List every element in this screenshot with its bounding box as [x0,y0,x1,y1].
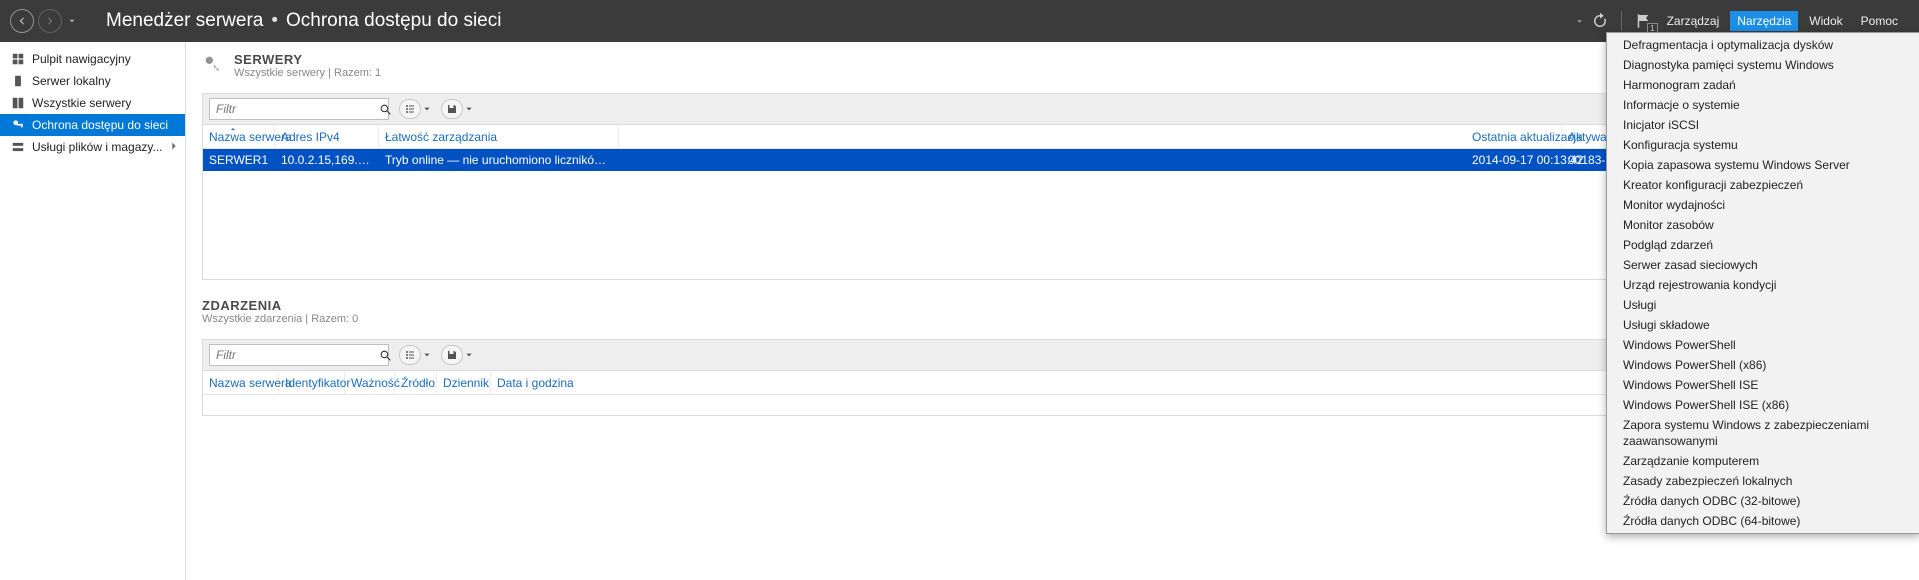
servers-filter-box[interactable] [209,98,389,120]
col-server-name[interactable]: Nazwa serwera [203,125,275,148]
sidebar-item-dashboard[interactable]: Pulpit nawigacyjny [0,48,185,70]
tools-menu-item[interactable]: Konfiguracja systemu [1607,135,1919,155]
sidebar-item-label: Pulpit nawigacyjny [32,52,131,66]
tools-menu-item[interactable]: Defragmentacja i optymalizacja dysków [1607,35,1919,55]
col-manageability[interactable]: Łatwość zarządzania [379,125,619,148]
menu-help[interactable]: Pomoc [1854,11,1905,31]
tools-menu-item[interactable]: Kopia zapasowa systemu Windows Server [1607,155,1919,175]
tools-menu-item[interactable]: Informacje o systemie [1607,95,1919,115]
tools-menu-item[interactable]: Zarządzanie komputerem [1607,451,1919,471]
filter-options-button[interactable] [399,345,431,365]
col-event-server[interactable]: Nazwa serwera [203,371,279,394]
chevron-right-icon [169,140,179,154]
col-event-severity[interactable]: Ważność [345,371,395,394]
breadcrumb-separator: • [271,10,278,32]
col-event-datetime[interactable]: Data i godzina [491,371,571,394]
col-event-id[interactable]: Identyfikator [279,371,345,394]
tools-menu-item[interactable]: Źródła danych ODBC (32-bitowe) [1607,491,1919,511]
tools-menu-item[interactable]: Usługi składowe [1607,315,1919,335]
cell-manageability: Tryb online — nie uruchomiono liczników … [379,153,619,167]
events-title: ZDARZENIA [202,298,358,313]
toolbar-dropdown[interactable] [1576,14,1583,28]
search-icon[interactable] [379,349,392,362]
tools-menu-item[interactable]: Urząd rejestrowania kondycji [1607,275,1919,295]
nav-forward-button[interactable] [38,9,62,33]
nav-back-button[interactable] [10,9,34,33]
sidebar-item-all-servers[interactable]: Wszystkie serwery [0,92,185,114]
tools-menu-item[interactable]: Diagnostyka pamięci systemu Windows [1607,55,1919,75]
events-filter-box[interactable] [209,344,389,366]
tools-menu-item[interactable]: Usługi [1607,295,1919,315]
col-event-log[interactable]: Dziennik [437,371,491,394]
sort-asc-icon [229,121,237,135]
col-event-source[interactable]: Źródło [395,371,437,394]
menu-tools[interactable]: Narzędzia [1730,11,1798,31]
dashboard-icon [10,51,26,67]
servers-title: SERWERY [234,52,381,67]
save-query-button[interactable] [441,345,473,365]
tools-menu-item[interactable]: Zasady zabezpieczeń lokalnych [1607,471,1919,491]
sidebar-item-label: Usługi plików i magazy... [32,140,163,154]
section-title: Ochrona dostępu do sieci [286,10,501,32]
col-spacer [619,125,1466,148]
notifications-flag-icon[interactable]: 1 [1632,10,1654,32]
tools-menu-item[interactable]: Kreator konfiguracji zabezpieczeń [1607,175,1919,195]
tools-menu-item[interactable]: Harmonogram zadań [1607,75,1919,95]
chevron-down-icon [465,348,473,362]
events-filter-input[interactable] [210,348,379,362]
menu-view[interactable]: Widok [1802,11,1849,31]
sidebar-item-label: Wszystkie serwery [32,96,131,110]
servers-subtitle: Wszystkie serwery | Razem: 1 [234,67,381,79]
tools-menu-item[interactable]: Windows PowerShell [1607,335,1919,355]
tools-menu-item[interactable]: Inicjator iSCSI [1607,115,1919,135]
tools-menu-item[interactable]: Windows PowerShell (x86) [1607,355,1919,375]
tools-menu-item[interactable]: Podgląd zdarzeń [1607,235,1919,255]
chevron-down-icon [465,102,473,116]
chevron-down-icon [423,102,431,116]
sidebar-item-nap[interactable]: Ochrona dostępu do sieci [0,114,185,136]
servers-icon [10,95,26,111]
tools-dropdown-menu[interactable]: Defragmentacja i optymalizacja dyskówDia… [1606,32,1919,534]
cell-server-name: SERWER1 [203,153,275,167]
tools-menu-item[interactable]: Serwer zasad sieciowych [1607,255,1919,275]
list-icon [399,345,421,365]
key-icon [10,117,26,133]
list-icon [399,99,421,119]
toolbar-separator [1621,11,1622,31]
refresh-icon[interactable] [1589,10,1611,32]
col-ip[interactable]: Adres IPv4 [275,125,379,148]
events-subtitle: Wszystkie zdarzenia | Razem: 0 [202,313,358,325]
chevron-down-icon [423,348,431,362]
tools-menu-item[interactable]: Windows PowerShell ISE [1607,375,1919,395]
sidebar-item-label: Ochrona dostępu do sieci [32,118,168,132]
cell-last-update: 2014-09-17 00:13:42 [1466,153,1562,167]
tools-menu-item[interactable]: Zapora systemu Windows z zabezpieczeniam… [1607,415,1919,451]
tools-menu-item[interactable]: Źródła danych ODBC (64-bitowe) [1607,511,1919,531]
sidebar: Pulpit nawigacyjny Serwer lokalny Wszyst… [0,42,186,580]
tools-menu-item[interactable]: Monitor zasobów [1607,215,1919,235]
storage-icon [10,139,26,155]
save-query-button[interactable] [441,99,473,119]
sidebar-item-label: Serwer lokalny [32,74,111,88]
cell-ip: 10.0.2.15,169.254.31.3 [275,153,379,167]
tools-menu-item[interactable]: Monitor wydajności [1607,195,1919,215]
menu-manage[interactable]: Zarządzaj [1660,11,1727,31]
search-icon[interactable] [379,103,392,116]
servers-filter-input[interactable] [210,102,379,116]
save-icon [441,345,463,365]
save-icon [441,99,463,119]
tools-menu-item[interactable]: Windows PowerShell ISE (x86) [1607,395,1919,415]
server-icon [10,73,26,89]
sidebar-item-local-server[interactable]: Serwer lokalny [0,70,185,92]
col-last-update[interactable]: Ostatnia aktualizacja [1466,125,1562,148]
app-title: Menedżer serwera [106,10,263,32]
sidebar-item-file-services[interactable]: Usługi plików i magazy... [0,136,185,158]
nav-history-dropdown[interactable] [68,14,76,28]
key-icon [202,53,224,78]
filter-options-button[interactable] [399,99,431,119]
